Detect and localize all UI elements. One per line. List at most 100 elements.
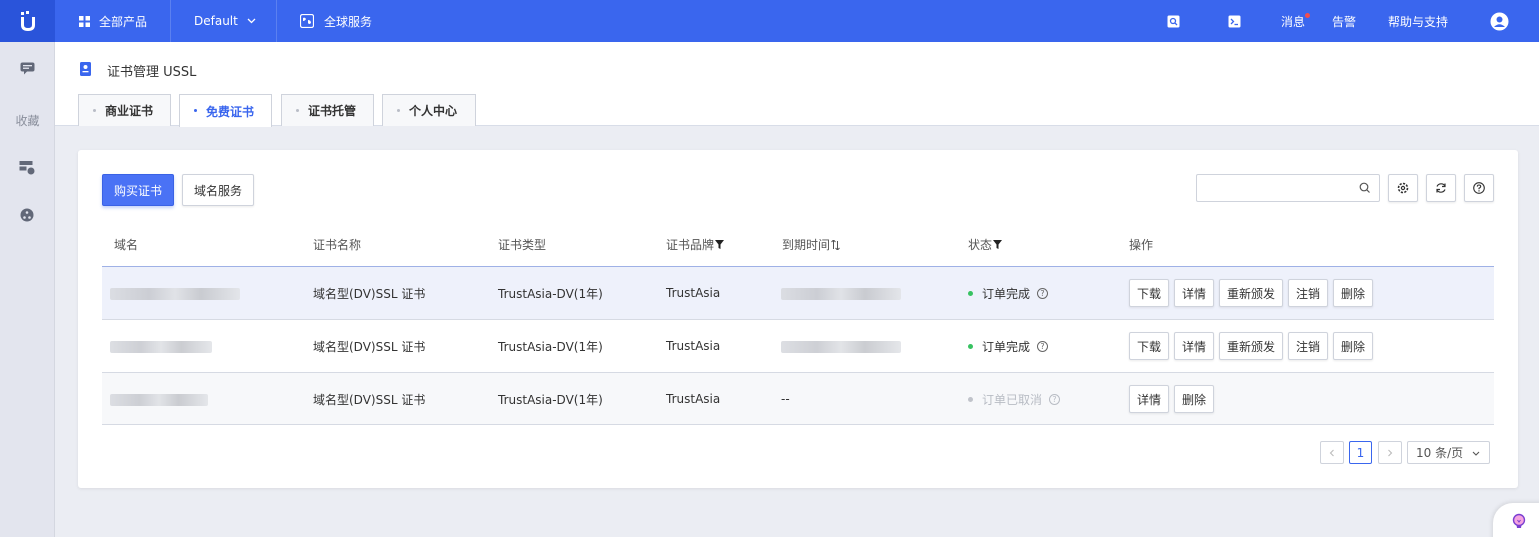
- avatar[interactable]: [1490, 0, 1509, 42]
- delete-button[interactable]: 删除: [1174, 385, 1214, 413]
- status-text: 订单完成: [982, 339, 1031, 354]
- help-label: 帮助与支持: [1388, 14, 1449, 29]
- logo-u-icon: [20, 11, 35, 31]
- cert-name-cell: 域名型(DV)SSL 证书: [313, 286, 426, 301]
- expire-cell: --: [781, 392, 790, 406]
- delete-button[interactable]: 删除: [1333, 279, 1373, 307]
- cert-name-cell: 域名型(DV)SSL 证书: [313, 339, 426, 354]
- terminal-icon: [1228, 15, 1241, 27]
- sort-icon[interactable]: [831, 239, 840, 250]
- help-button[interactable]: [1464, 174, 1494, 202]
- redacted-domain: [110, 341, 212, 353]
- delete-button[interactable]: 删除: [1333, 332, 1373, 360]
- grid-icon: [79, 15, 90, 27]
- sidebar-chat-icon[interactable]: [18, 59, 36, 77]
- buy-cert-button[interactable]: 购买证书: [102, 174, 174, 206]
- refresh-button[interactable]: [1426, 174, 1456, 202]
- gear-icon: [1397, 182, 1409, 194]
- network-icon: [20, 208, 34, 222]
- cert-name-cell: 域名型(DV)SSL 证书: [313, 392, 426, 407]
- revoke-button[interactable]: 注销: [1288, 279, 1328, 307]
- column-header-brand[interactable]: 证书品牌: [666, 236, 725, 253]
- alerts-link[interactable]: 告警: [1332, 0, 1356, 42]
- project-selector[interactable]: Default: [171, 0, 277, 42]
- all-products-menu[interactable]: 全部产品: [55, 0, 171, 42]
- help-link[interactable]: 帮助与支持: [1388, 0, 1448, 42]
- table-row: 域名型(DV)SSL 证书 TrustAsia-DV(1年) TrustAsia…: [102, 266, 1494, 319]
- question-icon[interactable]: ?: [1049, 393, 1061, 405]
- column-header-cert-name: 证书名称: [313, 238, 362, 252]
- brand-cell: TrustAsia: [666, 392, 721, 406]
- prev-page-button[interactable]: [1320, 441, 1344, 464]
- page-number-button[interactable]: 1: [1349, 441, 1372, 464]
- details-button[interactable]: 详情: [1129, 385, 1169, 413]
- question-icon[interactable]: ?: [1037, 340, 1049, 352]
- global-service-menu[interactable]: 全球服务: [277, 0, 397, 42]
- global-service-label: 全球服务: [324, 14, 373, 29]
- tab-label: 免费证书: [206, 104, 255, 119]
- brand-cell: TrustAsia: [666, 286, 721, 300]
- sidebar-favorites[interactable]: 收藏: [0, 112, 55, 129]
- status-dot: [968, 290, 973, 296]
- sidebar: 收藏: [0, 42, 55, 537]
- user-avatar-icon: [1490, 12, 1509, 30]
- reissue-button[interactable]: 重新颁发: [1219, 332, 1283, 360]
- certificate-list-card: 购买证书 域名服务 域名 证书名称 证书类型 证书品牌 到期时间 状态 操作 域…: [78, 150, 1518, 488]
- search-icon[interactable]: [1359, 182, 1371, 194]
- lightbulb-icon: [1512, 513, 1526, 528]
- domain-service-button[interactable]: 域名服务: [182, 174, 254, 206]
- brand-cell: TrustAsia: [666, 339, 721, 353]
- top-navigation-bar: 全部产品 Default 全球服务 消息 告警 帮助与支持: [0, 0, 1539, 42]
- revoke-button[interactable]: 注销: [1288, 332, 1328, 360]
- search-tool[interactable]: [1167, 0, 1180, 42]
- search-input[interactable]: [1197, 175, 1347, 201]
- tab-dot: [194, 109, 197, 112]
- redacted-expire-date: [781, 341, 901, 353]
- tab-dot: [93, 109, 96, 112]
- tab-cert-hosting[interactable]: 证书托管: [281, 94, 374, 126]
- sidebar-network-icon[interactable]: [18, 206, 36, 224]
- cert-type-cell: TrustAsia-DV(1年): [498, 286, 603, 301]
- messages-link[interactable]: 消息: [1281, 0, 1311, 42]
- tab-commercial-cert[interactable]: 商业证书: [78, 94, 171, 126]
- redacted-domain: [110, 394, 208, 406]
- column-header-cert-type: 证书类型: [498, 238, 547, 252]
- certificate-icon: [80, 62, 91, 76]
- status-cell: 订单完成 ?: [968, 267, 1049, 319]
- chevron-left-icon: [1329, 449, 1334, 456]
- all-products-label: 全部产品: [99, 14, 148, 29]
- status-cell: 订单完成 ?: [968, 320, 1049, 372]
- details-button[interactable]: 详情: [1174, 332, 1214, 360]
- cert-type-cell: TrustAsia-DV(1年): [498, 339, 603, 354]
- tab-personal-center[interactable]: 个人中心: [382, 94, 476, 126]
- tab-free-cert[interactable]: 免费证书: [179, 94, 272, 127]
- tab-label: 个人中心: [409, 104, 458, 118]
- next-page-button[interactable]: [1378, 441, 1402, 464]
- question-icon[interactable]: ?: [1037, 287, 1049, 299]
- page-size-select[interactable]: 10 条/页: [1407, 441, 1490, 464]
- database-icon: [19, 160, 34, 174]
- redacted-domain: [110, 288, 240, 300]
- column-header-status[interactable]: 状态: [968, 236, 1003, 253]
- tab-label: 商业证书: [105, 104, 154, 118]
- column-header-status-label: 状态: [968, 238, 993, 252]
- assistant-widget[interactable]: [1493, 503, 1539, 537]
- reissue-button[interactable]: 重新颁发: [1219, 279, 1283, 307]
- question-icon: [1473, 182, 1485, 194]
- column-header-expire[interactable]: 到期时间: [782, 236, 840, 253]
- details-button[interactable]: 详情: [1174, 279, 1214, 307]
- status-dot: [968, 343, 973, 349]
- column-header-domain: 域名: [114, 238, 139, 252]
- download-button[interactable]: 下载: [1129, 279, 1169, 307]
- filter-icon[interactable]: [993, 240, 1003, 249]
- status-cell: 订单已取消 ?: [968, 373, 1061, 425]
- filter-icon[interactable]: [715, 240, 725, 249]
- sidebar-storage-icon[interactable]: [18, 158, 36, 176]
- download-button[interactable]: 下载: [1129, 332, 1169, 360]
- settings-button[interactable]: [1388, 174, 1418, 202]
- search-box[interactable]: [1196, 174, 1380, 202]
- terminal-tool[interactable]: [1228, 0, 1241, 42]
- status-text: 订单完成: [982, 286, 1031, 301]
- tab-dot: [397, 109, 400, 112]
- logo[interactable]: [0, 0, 55, 42]
